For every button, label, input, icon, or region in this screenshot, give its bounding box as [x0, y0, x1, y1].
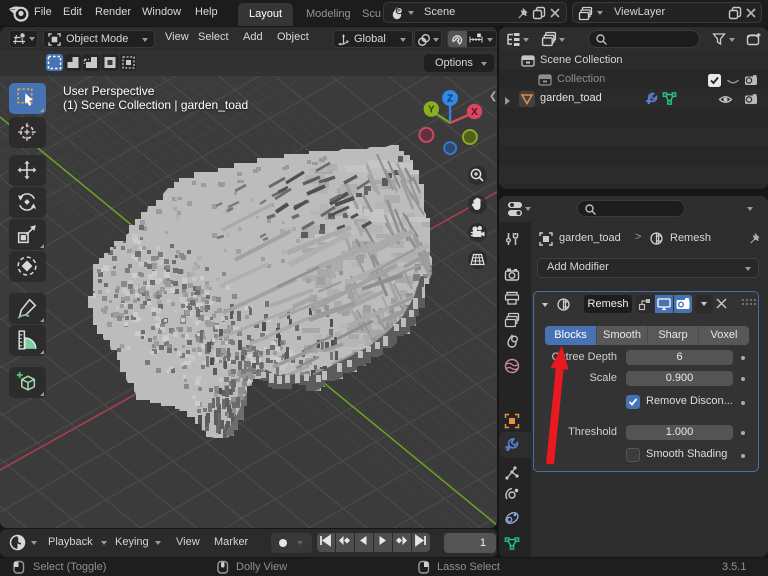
- svg-text:Z: Z: [447, 94, 453, 105]
- svg-text:X: X: [471, 107, 478, 118]
- svg-text:Y: Y: [428, 105, 435, 116]
